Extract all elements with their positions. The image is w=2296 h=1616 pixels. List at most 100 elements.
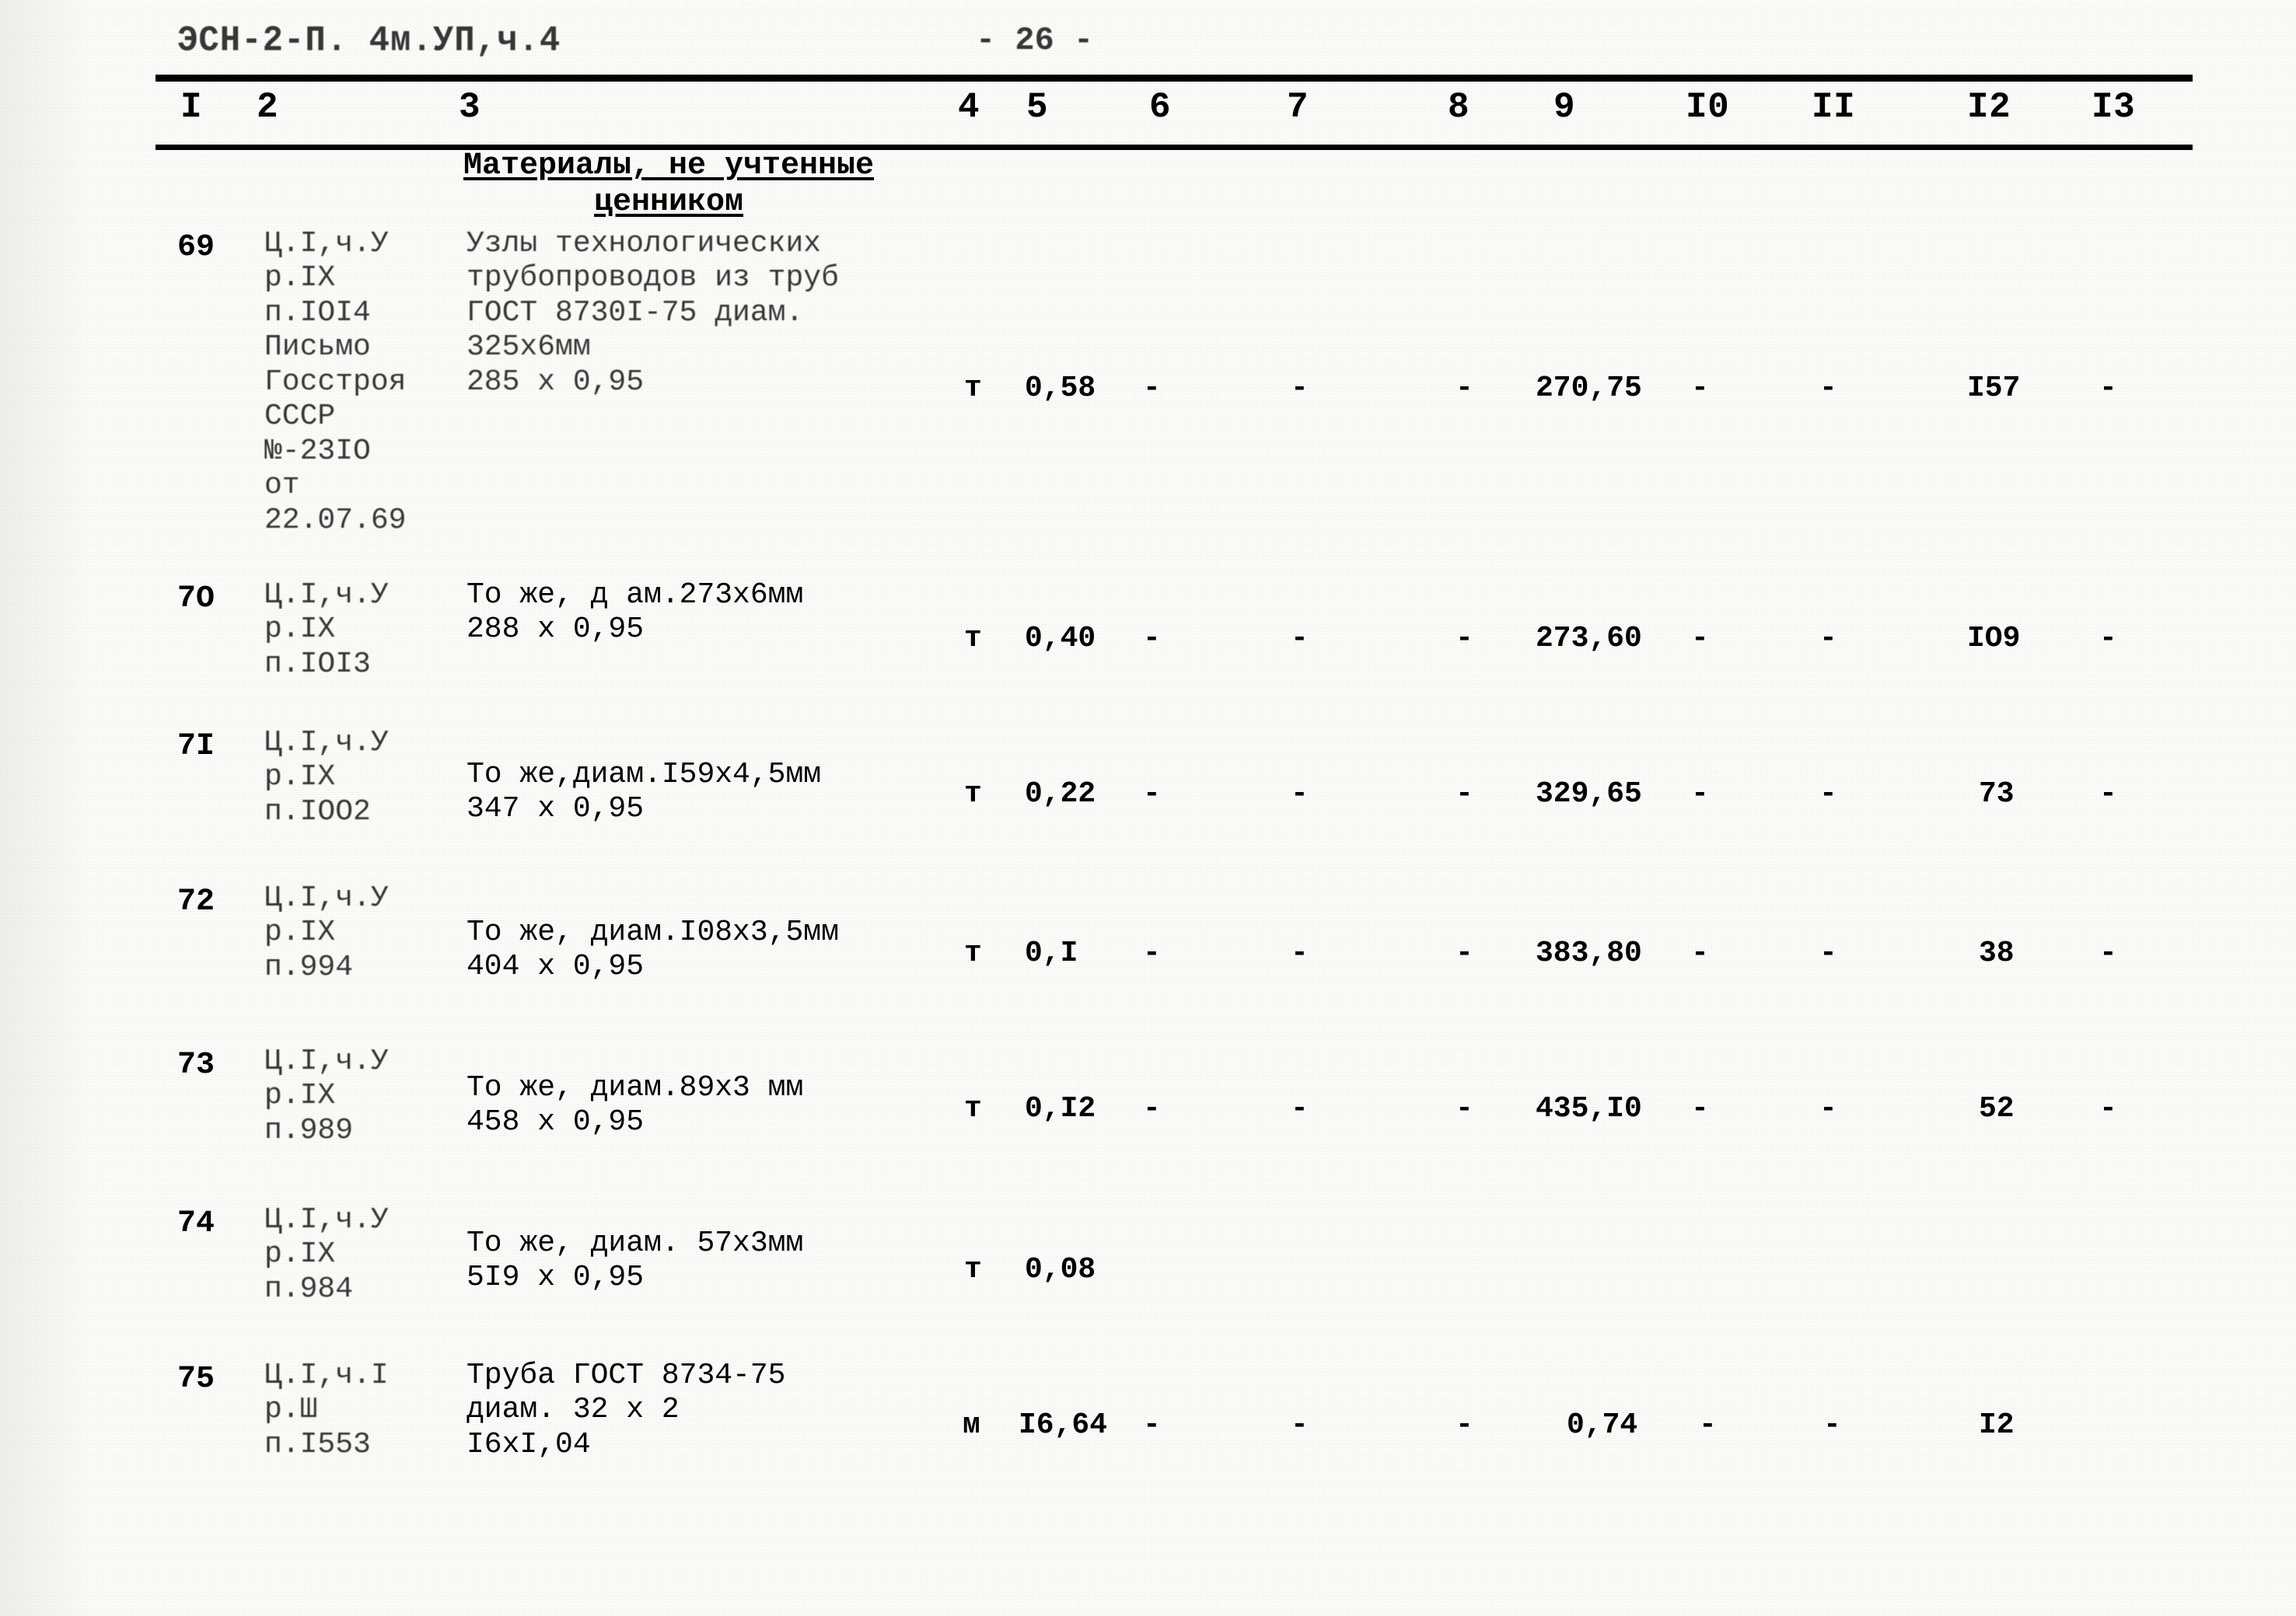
row-col11: - xyxy=(1823,1408,1841,1442)
column-header-10: I0 xyxy=(1686,87,1730,127)
row-number: 75 xyxy=(177,1362,215,1397)
page-number: - 26 - xyxy=(976,22,1094,59)
column-header-7: 7 xyxy=(1287,87,1309,127)
row-col12: IО9 xyxy=(1967,622,2021,655)
row-col5: 0,58 xyxy=(1025,372,1096,405)
row-col8: - xyxy=(1456,777,1473,811)
row-col10: - xyxy=(1691,937,1709,970)
row-col11: - xyxy=(1819,622,1837,655)
row-number: 73 xyxy=(177,1048,215,1083)
row-col4: т xyxy=(964,372,982,405)
row-col9: 270,75 xyxy=(1536,372,1642,405)
row-col9: 435,I0 xyxy=(1536,1092,1642,1126)
row-col7: - xyxy=(1291,937,1309,970)
row-col13: - xyxy=(2099,1092,2117,1126)
row-col10: - xyxy=(1691,622,1709,655)
section-title-line2: ценником xyxy=(593,184,744,220)
row-col12: I2 xyxy=(1979,1408,2015,1442)
page-header: ЭСН-2-П. 4м.УП,ч.4 - 26 - xyxy=(0,17,2296,67)
column-header-4: 4 xyxy=(958,87,980,127)
column-header-6: 6 xyxy=(1149,87,1172,127)
row-col8: - xyxy=(1456,622,1473,655)
column-header-2: 2 xyxy=(257,87,279,127)
row-col4: м xyxy=(963,1408,980,1442)
row-col7: - xyxy=(1291,622,1309,655)
row-col7: - xyxy=(1291,1092,1309,1126)
row-col13: - xyxy=(2099,937,2117,970)
row-col12: 38 xyxy=(1979,937,2015,970)
row-description: То же, д ам.273х6мм 288 х 0,95 xyxy=(467,578,804,647)
row-col10: - xyxy=(1699,1408,1717,1442)
row-description: То же, диам. 57х3мм 5I9 х 0,95 xyxy=(467,1227,804,1295)
row-col8: - xyxy=(1456,937,1473,970)
row-description: То же,диам.I59х4,5мм 347 х 0,95 xyxy=(467,758,822,826)
row-col7: - xyxy=(1291,372,1309,405)
row-number: 69 xyxy=(177,230,215,265)
row-code-reference: Ц.I,ч.У р.IX п.IOI4 Письмо Госстроя СССР… xyxy=(264,227,407,537)
row-col6: - xyxy=(1143,937,1161,970)
row-code-reference: Ц.I,ч.I р.Ш п.I553 xyxy=(264,1359,389,1461)
row-col10: - xyxy=(1691,1092,1709,1126)
column-header-1: I xyxy=(180,87,203,127)
row-col13: - xyxy=(2099,777,2117,811)
row-col4: т xyxy=(964,622,982,655)
row-description: То же, диам.89х3 мм 458 х 0,95 xyxy=(467,1071,804,1140)
column-header-13: I3 xyxy=(2092,87,2136,127)
row-col9: 0,74 xyxy=(1567,1408,1638,1442)
row-col9: 329,65 xyxy=(1536,777,1642,811)
row-description: То же, диам.I08х3,5мм 404 х 0,95 xyxy=(467,916,839,984)
row-col11: - xyxy=(1819,1092,1837,1126)
column-header-12: I2 xyxy=(1967,87,2011,127)
row-col5: 0,22 xyxy=(1025,777,1096,811)
row-col11: - xyxy=(1819,777,1837,811)
row-col10: - xyxy=(1691,777,1709,811)
row-col5: 0,40 xyxy=(1025,622,1096,655)
section-title: Материалы, не учтенные ценником xyxy=(420,148,917,221)
row-code-reference: Ц.I,ч.У р.IX п.994 xyxy=(264,881,389,984)
row-col4: т xyxy=(964,1253,982,1286)
row-number: 74 xyxy=(177,1206,215,1241)
column-header-5: 5 xyxy=(1026,87,1049,127)
row-col4: т xyxy=(964,937,982,970)
row-col11: - xyxy=(1819,937,1837,970)
row-col6: - xyxy=(1143,1408,1161,1442)
row-code-reference: Ц.I,ч.У р.IX п.IOI3 xyxy=(264,578,389,681)
row-col8: - xyxy=(1456,1092,1473,1126)
row-code-reference: Ц.I,ч.У р.IX п.984 xyxy=(264,1203,389,1306)
row-col7: - xyxy=(1291,1408,1309,1442)
row-col10: - xyxy=(1691,372,1709,405)
row-col6: - xyxy=(1143,622,1161,655)
row-col13: - xyxy=(2099,622,2117,655)
header-rule-top xyxy=(156,75,2193,82)
column-header-9: 9 xyxy=(1553,87,1576,127)
row-col8: - xyxy=(1456,372,1473,405)
row-col12: 73 xyxy=(1979,777,2015,811)
row-col6: - xyxy=(1143,777,1161,811)
column-header-11: II xyxy=(1812,87,1856,127)
row-col11: - xyxy=(1819,372,1837,405)
row-number: 72 xyxy=(177,885,215,920)
column-header-3: 3 xyxy=(459,87,481,127)
row-col4: т xyxy=(964,777,982,811)
row-col4: т xyxy=(964,1092,982,1126)
row-col5: 0,I xyxy=(1025,937,1078,970)
section-title-line1: Материалы, не учтенные xyxy=(463,148,875,183)
row-col7: - xyxy=(1291,777,1309,811)
row-col8: - xyxy=(1456,1408,1473,1442)
row-col13: - xyxy=(2099,372,2117,405)
row-col12: I57 xyxy=(1967,372,2021,405)
row-col5: I6,64 xyxy=(1019,1408,1108,1442)
row-number: 7I xyxy=(177,729,215,764)
row-description: Труба ГОСТ 8734-75 диам. 32 х 2 I6хI,04 xyxy=(467,1359,786,1461)
row-col6: - xyxy=(1143,1092,1161,1126)
document-code: ЭСН-2-П. 4м.УП,ч.4 xyxy=(177,20,561,62)
row-col9: 273,60 xyxy=(1536,622,1642,655)
row-col5: 0,08 xyxy=(1025,1253,1096,1286)
column-header-8: 8 xyxy=(1448,87,1470,127)
row-description: Узлы технологических трубопроводов из тр… xyxy=(467,227,839,399)
scan-edge-shadow xyxy=(0,0,93,1616)
row-col12: 52 xyxy=(1979,1092,2015,1126)
row-code-reference: Ц.I,ч.У р.IX п.989 xyxy=(264,1045,389,1147)
scanned-page: ЭСН-2-П. 4м.УП,ч.4 - 26 - I 2 3 4 5 6 7 … xyxy=(0,0,2296,1616)
row-col6: - xyxy=(1143,372,1161,405)
